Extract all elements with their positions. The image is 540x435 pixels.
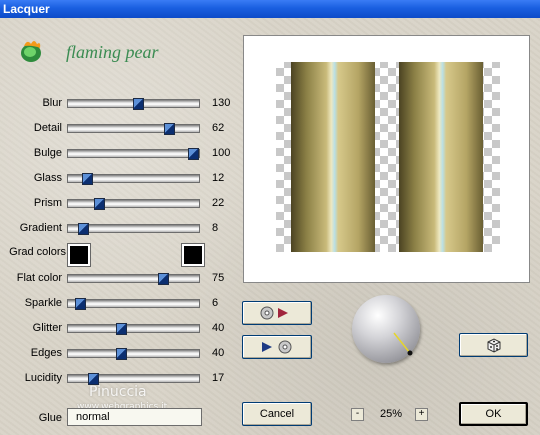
sparkle-slider-thumb[interactable]	[75, 298, 86, 310]
window-title: Lacquer	[3, 2, 50, 16]
prism-slider-thumb[interactable]	[94, 198, 105, 210]
random-button[interactable]	[459, 333, 528, 357]
flat-color-slider-thumb[interactable]	[158, 273, 169, 285]
grad-color-right-swatch[interactable]	[181, 243, 205, 267]
prism-label: Prism	[33, 197, 62, 209]
bulge-slider-thumb[interactable]	[188, 148, 199, 160]
glitter-slider-thumb[interactable]	[116, 323, 127, 335]
dice-icon	[487, 338, 500, 353]
blur-slider-thumb[interactable]	[133, 98, 144, 110]
title-bar: Lacquer	[0, 0, 540, 18]
preview-image	[276, 62, 500, 252]
copy-out-button[interactable]	[242, 335, 312, 359]
lucidity-label: Lucidity	[24, 372, 62, 384]
detail-label: Detail	[33, 122, 62, 134]
cancel-button[interactable]: Cancel	[242, 402, 312, 426]
ok-button[interactable]: OK	[459, 402, 528, 426]
light-direction-handle[interactable]	[352, 295, 420, 363]
sparkle-value: 6	[212, 297, 219, 309]
edges-label: Edges	[30, 347, 62, 359]
flat-color-value: 75	[212, 272, 225, 284]
arrow-to-disc-icon	[262, 340, 292, 354]
glitter-label: Glitter	[32, 322, 62, 334]
glass-slider-thumb[interactable]	[82, 173, 93, 185]
gradient-value: 8	[212, 222, 219, 234]
bulge-label: Bulge	[33, 147, 62, 159]
glitter-slider[interactable]	[67, 323, 200, 335]
disc-to-arrow-icon	[260, 306, 288, 320]
watermark-name: Pinuccia	[89, 384, 147, 400]
blur-label: Blur	[42, 97, 62, 109]
glass-slider[interactable]	[67, 173, 200, 185]
lucidity-slider[interactable]	[67, 373, 200, 385]
zoom-out-button[interactable]: -	[351, 408, 364, 421]
glass-label: Glass	[33, 172, 62, 184]
prism-slider[interactable]	[67, 198, 200, 210]
gradient-slider[interactable]	[67, 223, 200, 235]
glue-label: Glue	[38, 412, 62, 424]
light-direction-sphere[interactable]	[352, 295, 420, 363]
detail-slider-thumb[interactable]	[164, 123, 175, 135]
gradient-label: Gradient	[19, 222, 62, 234]
blur-slider[interactable]	[67, 98, 200, 110]
flame-leaf-icon	[21, 41, 41, 62]
detail-value: 62	[212, 122, 225, 134]
grad-colors-label: Grad colors	[9, 246, 66, 258]
glass-value: 12	[212, 172, 225, 184]
blur-value: 130	[212, 97, 231, 109]
zoom-level: 25%	[380, 408, 403, 420]
edges-slider-thumb[interactable]	[116, 348, 127, 360]
flat-color-label: Flat color	[16, 272, 62, 284]
flat-color-slider[interactable]	[67, 273, 200, 285]
bulge-value: 100	[212, 147, 231, 159]
sparkle-label: Sparkle	[24, 297, 62, 309]
preview-pane	[243, 35, 530, 283]
edges-slider[interactable]	[67, 348, 200, 360]
edges-value: 40	[212, 347, 225, 359]
lucidity-value: 17	[212, 372, 225, 384]
detail-slider[interactable]	[67, 123, 200, 135]
copy-in-button[interactable]	[242, 301, 312, 325]
glitter-value: 40	[212, 322, 225, 334]
grad-color-left-swatch[interactable]	[67, 243, 91, 267]
brand-name: flaming pear	[66, 42, 159, 62]
glue-select[interactable]: normal	[67, 408, 202, 426]
prism-value: 22	[212, 197, 225, 209]
sparkle-slider[interactable]	[67, 298, 200, 310]
zoom-in-button[interactable]: +	[415, 408, 428, 421]
gradient-slider-thumb[interactable]	[78, 223, 89, 235]
bulge-slider[interactable]	[67, 148, 200, 160]
